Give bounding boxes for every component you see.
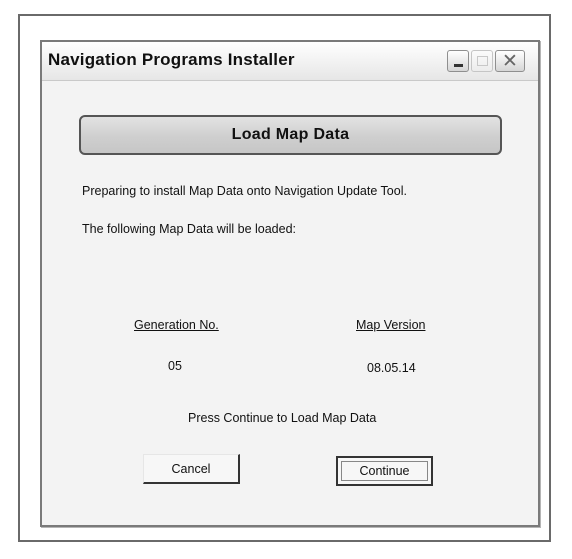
window-title: Navigation Programs Installer <box>48 50 295 69</box>
maximize-button <box>471 50 493 72</box>
map-version-header: Map Version <box>356 318 426 332</box>
close-button[interactable]: ✕ <box>495 50 525 72</box>
load-map-data-banner: Load Map Data <box>79 115 502 155</box>
maximize-icon <box>476 56 488 66</box>
intro-message: Preparing to install Map Data onto Navig… <box>82 184 407 198</box>
minimize-icon <box>453 64 463 67</box>
map-version-value: 08.05.14 <box>367 361 416 375</box>
minimize-button[interactable] <box>447 50 469 72</box>
continue-prompt: Press Continue to Load Map Data <box>188 411 377 425</box>
banner-label: Load Map Data <box>231 126 350 143</box>
focus-ring <box>341 461 428 481</box>
cancel-button[interactable]: Cancel <box>143 454 240 484</box>
generation-value: 05 <box>168 359 182 373</box>
title-bar[interactable]: Navigation Programs Installer ✕ <box>42 42 538 81</box>
following-message: The following Map Data will be loaded: <box>82 222 297 236</box>
cancel-button-label: Cancel <box>171 461 211 476</box>
installer-window: Navigation Programs Installer ✕ Load Map… <box>40 40 540 527</box>
continue-button[interactable]: Continue <box>336 456 433 486</box>
generation-header: Generation No. <box>134 318 219 332</box>
close-icon: ✕ <box>502 49 518 72</box>
